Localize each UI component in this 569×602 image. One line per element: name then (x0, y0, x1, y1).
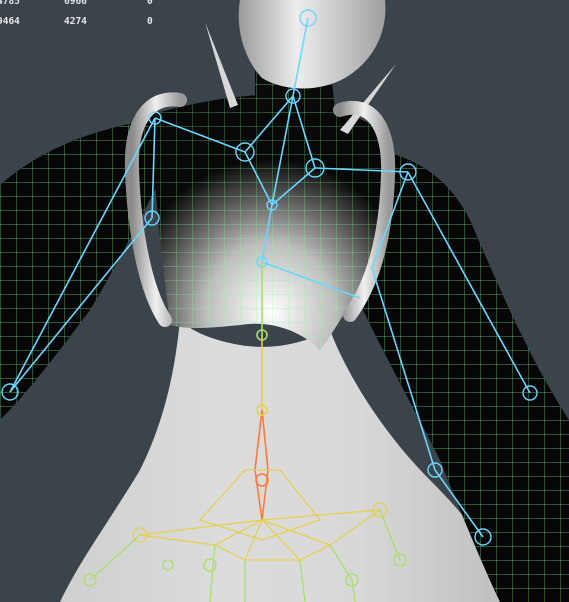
hud-stats-row: 9464 4274 0 (0, 16, 200, 28)
hud-stat-value: 6966 (64, 0, 87, 7)
left-spike (205, 22, 238, 108)
model-scene[interactable] (0, 0, 569, 602)
hud-stat-value: 4785 (0, 0, 20, 7)
hud-stat-value: 4274 (64, 16, 87, 27)
hud-stats-row: 4785 6966 0 (0, 0, 200, 8)
3d-viewport[interactable]: 4785 6966 0 9464 4274 0 (0, 0, 569, 602)
head-mesh (238, 0, 386, 89)
hud-stat-value: 0 (147, 0, 153, 7)
hud-stat-value: 9464 (0, 16, 20, 27)
hud-stat-value: 0 (147, 16, 153, 27)
